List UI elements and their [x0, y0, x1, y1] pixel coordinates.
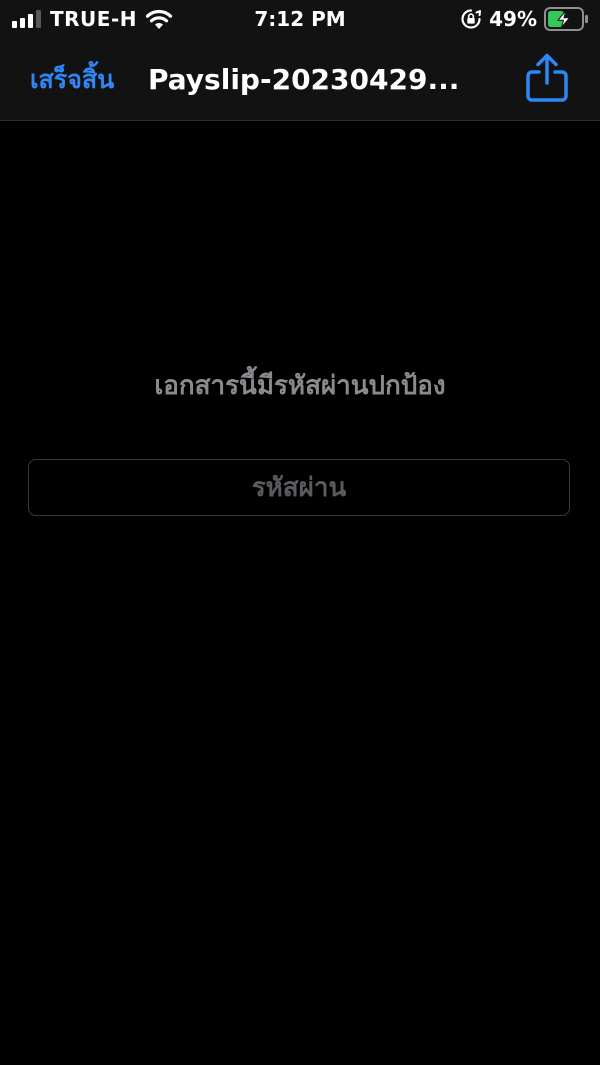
battery-charging-icon [544, 7, 588, 31]
orientation-lock-icon [461, 9, 482, 29]
status-bar: TRUE-H 7:12 PM 49% [0, 0, 600, 40]
battery-percent: 49% [489, 7, 537, 31]
done-button[interactable]: เสร็จสิ้น [30, 60, 114, 100]
navigation-bar: เสร็จสิ้น Payslip-20230429... [0, 40, 600, 121]
password-protected-message: เอกสารนี้มีรหัสผ่านปกป้อง [154, 371, 446, 401]
document-title: Payslip-20230429... [148, 63, 460, 96]
password-input[interactable] [28, 459, 570, 516]
status-right: 49% [460, 6, 590, 32]
screen: TRUE-H 7:12 PM 49% เสร็จสิ้น Payslip-202… [0, 0, 600, 1065]
share-icon[interactable] [524, 52, 570, 104]
